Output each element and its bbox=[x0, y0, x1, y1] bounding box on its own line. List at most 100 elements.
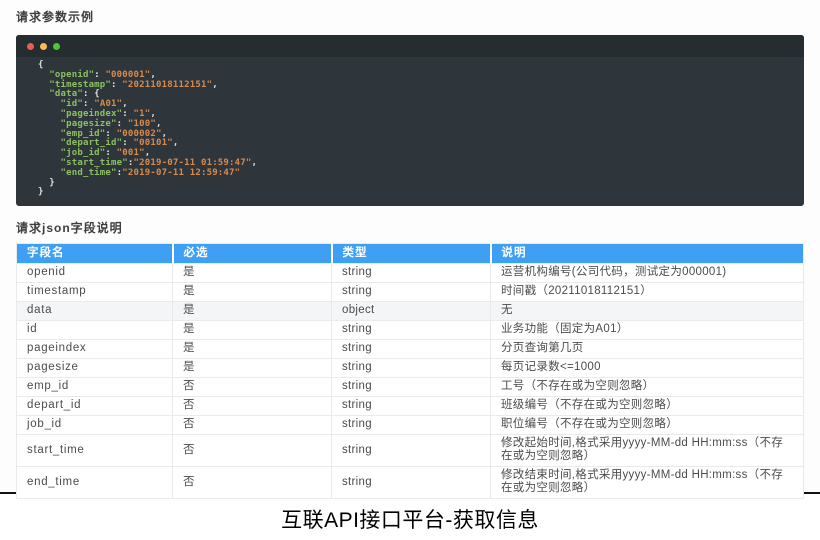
json-punct: , bbox=[122, 99, 128, 109]
json-value: "2019-07-11 12:59:47" bbox=[122, 168, 240, 178]
cell-field: emp_id bbox=[17, 377, 173, 396]
json-key: "job_id" bbox=[38, 148, 105, 158]
cell-type: string bbox=[332, 358, 491, 377]
json-punct: } bbox=[38, 187, 44, 197]
cell-desc: 运营机构编号(公司代码，测试定为000001) bbox=[491, 263, 804, 282]
json-punct: , bbox=[150, 109, 156, 119]
table-row: pageindex是string分页查询第几页 bbox=[17, 339, 804, 358]
cell-desc: 职位编号（不存在或为空则忽略） bbox=[491, 415, 804, 434]
cell-required: 是 bbox=[173, 282, 332, 301]
cell-field: openid bbox=[17, 263, 173, 282]
table-row: job_id否string职位编号（不存在或为空则忽略） bbox=[17, 415, 804, 434]
col-header-type: 类型 bbox=[332, 244, 491, 264]
request-example-title: 请求参数示例 bbox=[16, 8, 804, 25]
json-punct: { bbox=[38, 60, 44, 70]
code-line: "end_time":"2019-07-11 12:59:47" bbox=[38, 169, 792, 179]
cell-type: string bbox=[332, 434, 491, 466]
red-dot-icon bbox=[27, 43, 34, 50]
cell-desc: 班级编号（不存在或为空则忽略） bbox=[491, 396, 804, 415]
code-line: "timestamp": "20211018112151", bbox=[38, 81, 792, 91]
code-line: } bbox=[38, 188, 792, 198]
json-punct: , bbox=[145, 148, 151, 158]
col-header-desc: 说明 bbox=[491, 244, 804, 264]
table-row: data是object无 bbox=[17, 301, 804, 320]
json-fields-title: 请求json字段说明 bbox=[16, 219, 804, 236]
cell-desc: 工号（不存在或为空则忽略） bbox=[491, 377, 804, 396]
json-value: "2019-07-11 01:59:47" bbox=[134, 158, 252, 168]
json-key: "openid" bbox=[38, 70, 94, 80]
cell-required: 是 bbox=[173, 358, 332, 377]
json-key: "depart_id" bbox=[38, 138, 122, 148]
cell-required: 否 bbox=[173, 434, 332, 466]
cell-desc: 修改起始时间,格式采用yyyy-MM-dd HH:mm:ss（不存在或为空则忽略… bbox=[491, 434, 804, 466]
table-header-row: 字段名 必选 类型 说明 bbox=[17, 244, 804, 264]
code-line: "data": { bbox=[38, 90, 792, 100]
json-value: "100" bbox=[128, 119, 156, 129]
json-value: "20211018112151" bbox=[122, 80, 212, 90]
table-row: depart_id否string班级编号（不存在或为空则忽略） bbox=[17, 396, 804, 415]
col-header-required: 必选 bbox=[173, 244, 332, 264]
field-table-body: openid是string运营机构编号(公司代码，测试定为000001)time… bbox=[17, 263, 804, 498]
cell-field: data bbox=[17, 301, 173, 320]
cell-required: 否 bbox=[173, 377, 332, 396]
json-punct: : { bbox=[83, 89, 100, 99]
cell-required: 是 bbox=[173, 263, 332, 282]
json-punct: : bbox=[111, 80, 122, 90]
json-value: "1" bbox=[134, 109, 151, 119]
json-key: "end_time" bbox=[38, 168, 117, 178]
table-row: pagesize是string每页记录数<=1000 bbox=[17, 358, 804, 377]
json-punct: : bbox=[83, 99, 94, 109]
cell-required: 是 bbox=[173, 339, 332, 358]
cell-desc: 每页记录数<=1000 bbox=[491, 358, 804, 377]
json-punct: , bbox=[252, 158, 258, 168]
cell-type: object bbox=[332, 301, 491, 320]
cell-type: string bbox=[332, 396, 491, 415]
json-key: "start_time" bbox=[38, 158, 128, 168]
cell-desc: 时间戳（20211018112151） bbox=[491, 282, 804, 301]
json-value: "001" bbox=[117, 148, 145, 158]
json-punct: , bbox=[173, 138, 179, 148]
cell-type: string bbox=[332, 320, 491, 339]
json-key: "pageindex" bbox=[38, 109, 122, 119]
code-body: { "openid": "000001", "timestamp": "2021… bbox=[16, 57, 804, 206]
table-row: id是string业务功能（固定为A01） bbox=[17, 320, 804, 339]
json-key: "pagesize" bbox=[38, 119, 117, 129]
json-key: "timestamp" bbox=[38, 80, 111, 90]
json-punct: : bbox=[122, 138, 133, 148]
api-doc-page: 请求参数示例 { "openid": "000001", "timestamp"… bbox=[0, 0, 820, 494]
table-row: start_time否string修改起始时间,格式采用yyyy-MM-dd H… bbox=[17, 434, 804, 466]
code-window: { "openid": "000001", "timestamp": "2021… bbox=[16, 35, 804, 206]
cell-field: job_id bbox=[17, 415, 173, 434]
json-punct: , bbox=[212, 80, 218, 90]
cell-type: string bbox=[332, 339, 491, 358]
json-punct: : bbox=[117, 119, 128, 129]
json-punct: , bbox=[156, 119, 162, 129]
cell-desc: 分页查询第几页 bbox=[491, 339, 804, 358]
cell-desc: 业务功能（固定为A01） bbox=[491, 320, 804, 339]
cell-desc: 无 bbox=[491, 301, 804, 320]
json-value: "A01" bbox=[94, 99, 122, 109]
table-row: emp_id否string工号（不存在或为空则忽略） bbox=[17, 377, 804, 396]
json-key: "data" bbox=[38, 89, 83, 99]
field-table: 字段名 必选 类型 说明 openid是string运营机构编号(公司代码，测试… bbox=[16, 243, 804, 499]
cell-required: 是 bbox=[173, 301, 332, 320]
json-punct: : bbox=[122, 109, 133, 119]
green-dot-icon bbox=[53, 43, 60, 50]
figure-caption: 互联API接口平台-获取信息 bbox=[0, 494, 820, 534]
cell-field: pageindex bbox=[17, 339, 173, 358]
code-window-titlebar bbox=[16, 35, 804, 57]
table-row: openid是string运营机构编号(公司代码，测试定为000001) bbox=[17, 263, 804, 282]
json-punct: : bbox=[94, 70, 105, 80]
json-value: "00101" bbox=[134, 138, 173, 148]
cell-type: string bbox=[332, 263, 491, 282]
cell-field: pagesize bbox=[17, 358, 173, 377]
yellow-dot-icon bbox=[40, 43, 47, 50]
json-punct: } bbox=[38, 178, 55, 188]
cell-required: 否 bbox=[173, 415, 332, 434]
json-punct: , bbox=[150, 70, 156, 80]
cell-field: id bbox=[17, 320, 173, 339]
cell-required: 是 bbox=[173, 320, 332, 339]
code-line: } bbox=[38, 179, 792, 189]
table-row: timestamp是string时间戳（20211018112151） bbox=[17, 282, 804, 301]
cell-required: 否 bbox=[173, 396, 332, 415]
